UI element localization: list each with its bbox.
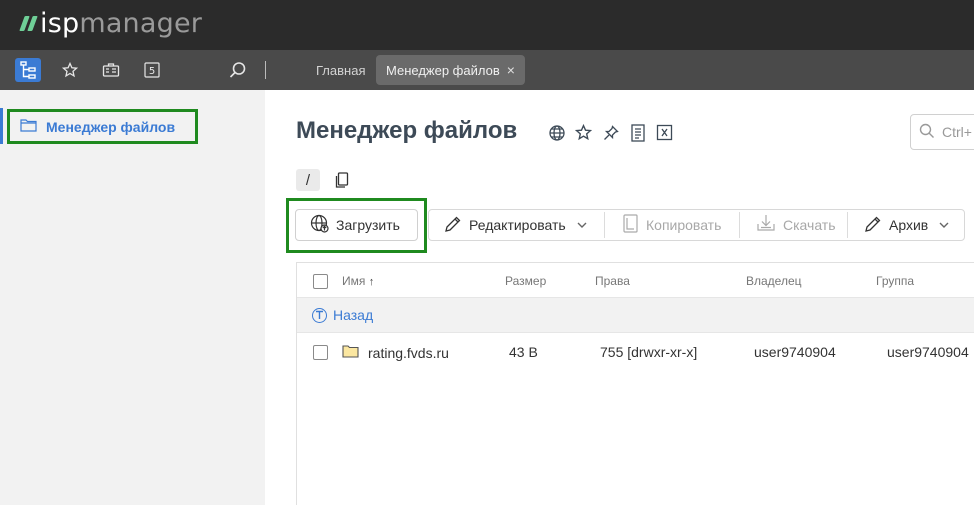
folder-icon (20, 118, 37, 135)
back-arrow-icon (312, 307, 327, 323)
tab-file-manager-label: Менеджер файлов (386, 62, 500, 78)
back-row[interactable]: Назад (297, 298, 974, 333)
file-table: Имя ↑ Размер Права Владелец Группа Назад… (296, 262, 974, 505)
column-header-group[interactable]: Группа (876, 274, 914, 288)
search-icon[interactable] (225, 58, 251, 82)
table-header: Имя ↑ Размер Права Владелец Группа (297, 263, 974, 298)
column-header-owner[interactable]: Владелец (746, 274, 802, 288)
file-owner: user9740904 (754, 344, 836, 360)
search-input[interactable]: Ctrl+ (910, 114, 974, 150)
pencil-icon (864, 215, 882, 236)
table-row[interactable]: rating.fvds.ru 43 B 755 [drwxr-xr-x] use… (297, 334, 974, 372)
back-label: Назад (333, 307, 374, 323)
logo-text-bold: isp (40, 8, 80, 39)
tab-home-label: Главная (316, 62, 366, 78)
download-icon (756, 214, 776, 236)
nav-separator (265, 61, 266, 79)
toolbar-divider (847, 212, 848, 238)
search-icon (919, 123, 935, 142)
page-title: Менеджер файлов (296, 117, 518, 144)
chevron-down-icon (939, 219, 949, 231)
pencil-icon (444, 215, 462, 236)
sort-arrow-icon: ↑ (368, 276, 375, 288)
file-name-cell[interactable]: rating.fvds.ru (342, 344, 449, 361)
edit-button[interactable]: Редактировать (436, 209, 595, 241)
logo-text-light: manager (79, 8, 203, 39)
copy-label: Копировать (646, 217, 722, 233)
export-excel-icon[interactable] (655, 123, 674, 142)
file-group: user9740904 (887, 344, 969, 360)
sidebar-item-file-manager[interactable]: Менеджер файлов (7, 109, 198, 144)
briefcase-icon[interactable] (98, 58, 124, 82)
archive-button[interactable]: Архив (856, 209, 957, 241)
column-header-size[interactable]: Размер (505, 274, 546, 288)
file-size: 43 B (509, 344, 538, 360)
sidebar-active-marker (0, 108, 3, 144)
sidebar-item-label: Менеджер файлов (46, 118, 176, 135)
document-list-icon[interactable] (628, 123, 647, 142)
sidebar: Менеджер файлов (0, 90, 265, 505)
pin-icon[interactable] (601, 123, 620, 142)
logo-mark-icon (19, 16, 38, 31)
star-icon[interactable] (57, 58, 83, 82)
toolbar-divider (604, 212, 605, 238)
row-checkbox[interactable] (313, 345, 328, 360)
globe-icon[interactable] (547, 123, 566, 142)
chevron-down-icon (577, 219, 587, 231)
close-icon[interactable]: × (507, 62, 515, 78)
copy-button[interactable]: Копировать (614, 209, 729, 241)
download-button[interactable]: Скачать (748, 209, 844, 241)
upload-highlight (286, 198, 427, 253)
tab-file-manager[interactable]: Менеджер файлов × (376, 55, 525, 85)
top-bar: ispmanager (0, 0, 974, 50)
back-link[interactable]: Назад (312, 307, 373, 323)
badge-number: 5 (149, 66, 155, 77)
star-icon[interactable] (574, 123, 593, 142)
copy-icon (622, 214, 639, 236)
select-all-checkbox[interactable] (313, 274, 328, 289)
download-label: Скачать (783, 217, 836, 233)
title-actions (547, 123, 674, 142)
tab-home[interactable]: Главная (306, 55, 375, 85)
copy-path-icon[interactable] (334, 171, 350, 189)
archive-label: Архив (889, 217, 929, 233)
search-placeholder: Ctrl+ (942, 124, 972, 140)
edit-label: Редактировать (469, 217, 566, 233)
nav-bar: 5 Главная Менеджер файлов × (0, 50, 974, 90)
sitemap-icon[interactable] (15, 58, 41, 82)
column-header-perms[interactable]: Права (595, 274, 630, 288)
file-perms: 755 [drwxr-xr-x] (600, 344, 698, 360)
file-name: rating.fvds.ru (368, 344, 449, 361)
app-logo[interactable]: ispmanager (19, 8, 203, 39)
breadcrumb-root[interactable]: / (296, 169, 320, 191)
column-header-name[interactable]: Имя ↑ (342, 274, 374, 288)
toolbar-divider (739, 212, 740, 238)
number-5-icon[interactable]: 5 (139, 58, 165, 82)
column-header-name-label: Имя (342, 274, 366, 288)
folder-icon (342, 344, 359, 361)
